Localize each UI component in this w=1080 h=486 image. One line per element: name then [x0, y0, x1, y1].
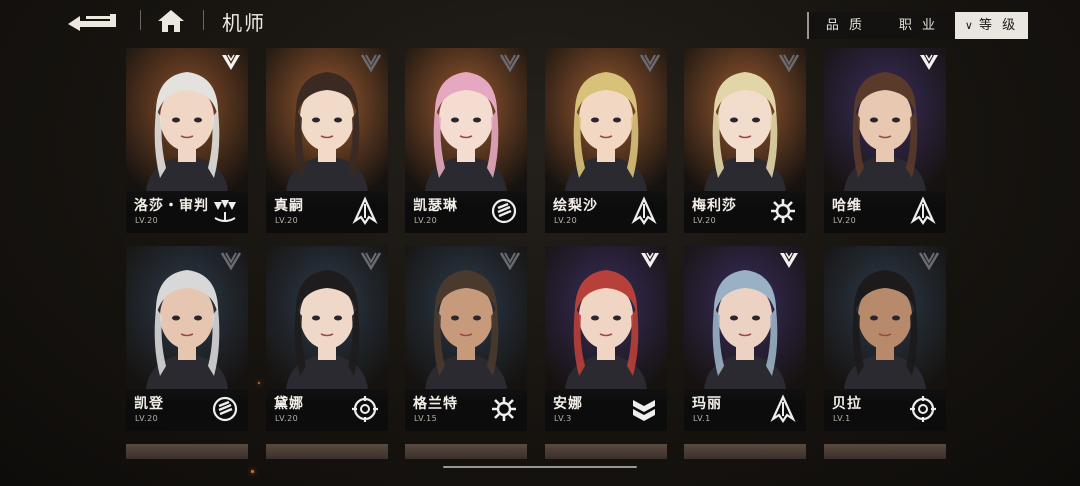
rank-a-icon [499, 54, 521, 72]
sort-label: 品 质 [825, 18, 866, 33]
ember-particle [251, 470, 254, 473]
rank-a-icon [360, 252, 382, 270]
sort-bar: 品 质 职 业 ∨ 等 级 [807, 12, 1028, 39]
rank-a-icon [499, 252, 521, 270]
pilot-name: 黛娜 [274, 396, 304, 412]
pilot-info-bar: 凯瑟琳 LV.20 [405, 191, 527, 233]
pilot-card[interactable]: 梅利莎 LV.20 [684, 48, 806, 233]
pilot-info-bar: 玛丽 LV.1 [684, 389, 806, 431]
divider [140, 10, 141, 30]
pilot-name: 贝拉 [832, 396, 862, 412]
sort-class-button[interactable]: 职 业 [882, 12, 955, 39]
pilot-name: 安娜 [553, 396, 583, 412]
rank-a-icon [220, 252, 242, 270]
rank-a-icon [778, 54, 800, 72]
back-button[interactable] [66, 8, 124, 34]
striker-fist-icon [212, 396, 238, 422]
pilot-card[interactable]: 凯瑟琳 LV.20 [405, 48, 527, 233]
engineer-gear-icon [492, 397, 516, 421]
sort-label: 等 级 [978, 18, 1019, 33]
pilot-level: LV.1 [833, 414, 851, 423]
pilot-card-partial[interactable] [824, 444, 946, 459]
scroll-indicator[interactable] [443, 466, 637, 468]
rank-a-icon [639, 54, 661, 72]
pilot-name: 玛丽 [692, 396, 722, 412]
pilot-card-partial[interactable] [126, 444, 248, 459]
top-bar: 机师 品 质 职 业 ∨ 等 级 [0, 0, 1080, 44]
pilot-card-partial[interactable] [545, 444, 667, 459]
striker-fist-icon [491, 198, 517, 224]
home-button[interactable] [156, 8, 186, 34]
pilot-card[interactable]: 贝拉 LV.1 [824, 246, 946, 431]
pilot-level: LV.20 [414, 216, 438, 225]
pilot-level: LV.20 [833, 216, 857, 225]
assault-spear-icon [631, 196, 657, 225]
pilot-level: LV.1 [693, 414, 711, 423]
pilot-info-bar: 安娜 LV.3 [545, 389, 667, 431]
pilot-level: LV.20 [554, 216, 578, 225]
back-arrow-icon [68, 14, 116, 31]
pilot-info-bar: 哈维 LV.20 [824, 191, 946, 233]
pilot-card-partial[interactable] [684, 444, 806, 459]
pilot-info-bar: 贝拉 LV.1 [824, 389, 946, 431]
support-drones-icon [214, 200, 236, 222]
assault-spear-icon [910, 196, 936, 225]
pilot-card[interactable]: 安娜 LV.3 [545, 246, 667, 431]
pilot-grid: 洛莎・审判 LV.20 真嗣 LV.20 凯瑟琳 LV.20 绘梨沙 LV.20… [126, 48, 948, 463]
home-icon [158, 10, 184, 32]
pilot-name: 格兰特 [413, 396, 458, 412]
pilot-level: LV.3 [554, 414, 572, 423]
pilot-level: LV.20 [693, 216, 717, 225]
pilot-card[interactable]: 黛娜 LV.20 [266, 246, 388, 431]
page-title: 机师 [222, 11, 266, 35]
pilot-level: LV.20 [135, 216, 159, 225]
chevron-down-icon: ∨ [964, 19, 976, 32]
pilot-name: 凯瑟琳 [413, 198, 458, 214]
pilot-card[interactable]: 玛丽 LV.1 [684, 246, 806, 431]
pilot-name: 真嗣 [274, 198, 304, 214]
rank-s-icon [222, 54, 240, 70]
pilot-name: 洛莎・审判 [134, 198, 209, 214]
pilot-info-bar: 真嗣 LV.20 [266, 191, 388, 233]
sort-level-button[interactable]: ∨ 等 级 [955, 12, 1028, 39]
pilot-name: 绘梨沙 [553, 198, 598, 214]
pilot-info-bar: 凯登 LV.20 [126, 389, 248, 431]
sniper-target-icon [352, 396, 378, 422]
sort-quality-button[interactable]: 品 质 [809, 12, 882, 39]
pilot-name: 梅利莎 [692, 198, 737, 214]
pilot-name: 凯登 [134, 396, 164, 412]
rank-s-icon [780, 252, 798, 268]
pilot-card-partial[interactable] [266, 444, 388, 459]
pilot-level: LV.20 [275, 414, 299, 423]
rank-s-icon [641, 252, 659, 268]
pilot-card[interactable]: 真嗣 LV.20 [266, 48, 388, 233]
assault-spear-icon [352, 196, 378, 225]
rank-a-icon [360, 54, 382, 72]
defender-chevron-icon [633, 400, 655, 421]
pilot-level: LV.20 [135, 414, 159, 423]
pilot-card[interactable]: 格兰特 LV.15 [405, 246, 527, 431]
pilot-card-partial[interactable] [405, 444, 527, 459]
pilot-level: LV.15 [414, 414, 438, 423]
pilot-info-bar: 绘梨沙 LV.20 [545, 191, 667, 233]
rank-s-icon [920, 54, 938, 70]
pilot-info-bar: 黛娜 LV.20 [266, 389, 388, 431]
pilot-card[interactable]: 凯登 LV.20 [126, 246, 248, 431]
pilot-name: 哈维 [832, 198, 862, 214]
divider [203, 10, 204, 30]
pilot-card[interactable]: 洛莎・审判 LV.20 [126, 48, 248, 233]
pilot-info-bar: 梅利莎 LV.20 [684, 191, 806, 233]
pilot-card[interactable]: 哈维 LV.20 [824, 48, 946, 233]
pilot-card[interactable]: 绘梨沙 LV.20 [545, 48, 667, 233]
engineer-gear-icon [771, 199, 795, 223]
sort-label: 职 业 [898, 18, 939, 33]
pilot-info-bar: 格兰特 LV.15 [405, 389, 527, 431]
pilot-info-bar: 洛莎・审判 LV.20 [126, 191, 248, 233]
ember-particle [258, 382, 260, 384]
rank-a-icon [918, 252, 940, 270]
assault-spear-icon [770, 394, 796, 423]
sniper-target-icon [910, 396, 936, 422]
pilot-level: LV.20 [275, 216, 299, 225]
